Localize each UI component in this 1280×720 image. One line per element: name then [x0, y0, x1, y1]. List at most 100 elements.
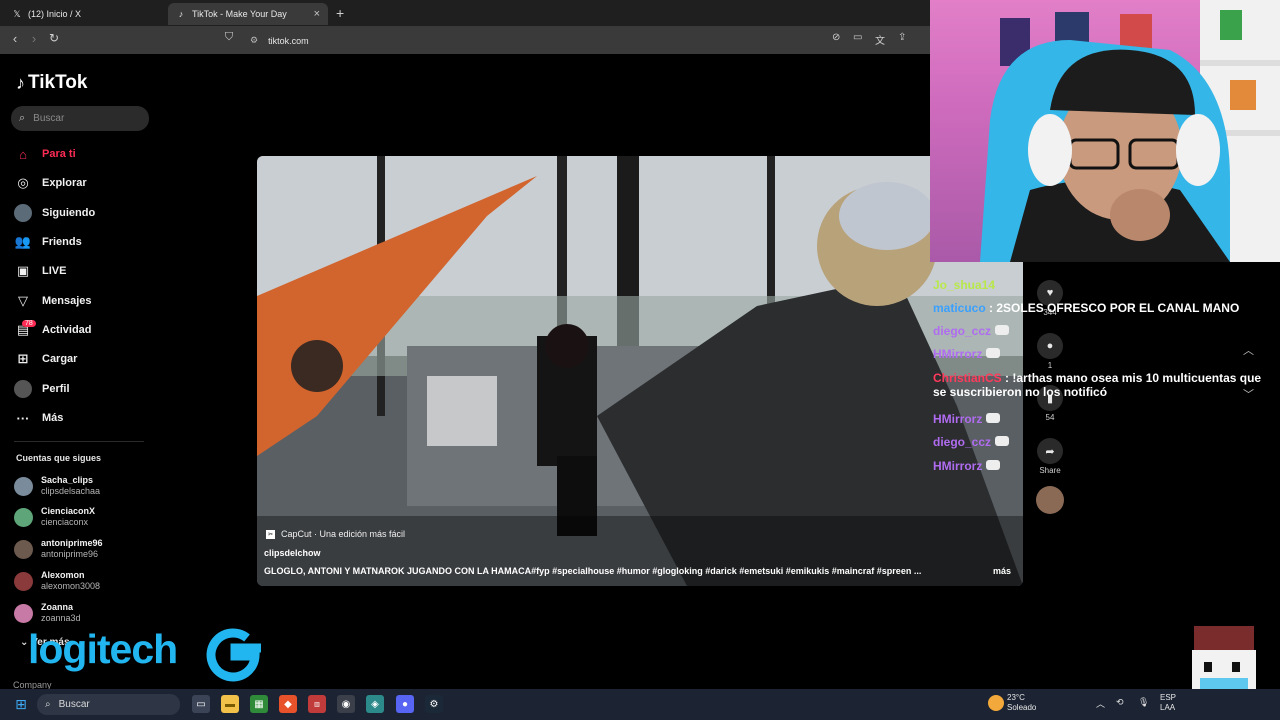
compass-icon: ◎	[17, 175, 29, 190]
save-count: 54	[1045, 413, 1055, 422]
video-author[interactable]: clipsdelchow	[264, 548, 321, 558]
capcut-tag[interactable]: ✂ CapCut · Una edición más fácil	[266, 529, 405, 539]
chat-user: HMirrorz	[933, 412, 983, 426]
more-button[interactable]: más	[993, 566, 1011, 576]
chat-line: HMirrorz	[933, 412, 1001, 426]
video-frame	[257, 156, 1023, 586]
search-input[interactable]: ⌕ Buscar	[11, 106, 149, 131]
discord-icon[interactable]: ●	[396, 695, 414, 713]
site-info-icon[interactable]: ⚙	[250, 35, 258, 46]
comment-button[interactable]: ● 1	[1036, 333, 1064, 370]
following-item[interactable]: Alexomon alexomon3008	[14, 567, 154, 595]
following-handle: cienciaconx	[41, 517, 89, 527]
nav-explorar[interactable]: ◎ Explorar	[14, 172, 154, 194]
task-view-icon[interactable]: ▭	[192, 695, 210, 713]
url-field[interactable]: ⚙ tiktok.com	[244, 32, 930, 49]
chat-line: diego_ccz	[933, 324, 1010, 338]
capcut-icon: ✂	[266, 529, 275, 539]
tab-label: TikTok - Make Your Day	[192, 9, 287, 19]
emote-icon	[995, 325, 1010, 335]
close-tab-icon[interactable]: ×	[314, 8, 320, 20]
home-icon: ⌂	[19, 146, 27, 162]
friends-icon: 👥	[14, 234, 32, 249]
nav-para-ti[interactable]: ⌂ Para ti	[14, 143, 154, 165]
cast-icon[interactable]: ▭	[853, 32, 862, 43]
file-explorer-icon[interactable]: ▬	[221, 695, 239, 713]
avatar	[14, 507, 33, 527]
chat-line: ChristianCS : !arthas mano osea mis 10 m…	[933, 371, 1262, 399]
nav-label: Para ti	[42, 148, 76, 160]
forward-icon[interactable]: ›	[25, 31, 43, 46]
logo-text: TikTok	[28, 72, 88, 93]
steam-icon[interactable]: ⚙	[425, 695, 443, 713]
comment-count: 1	[1047, 361, 1053, 370]
reload-icon[interactable]: ↻	[45, 31, 63, 45]
tiktok-icon: ♪	[178, 9, 184, 19]
nav-siguiendo[interactable]: Siguiendo	[14, 202, 154, 224]
language-indicator[interactable]: ESP LAA	[1160, 693, 1176, 713]
divider	[14, 441, 144, 442]
nav-perfil[interactable]: Perfil	[14, 378, 154, 400]
tab-tiktok[interactable]: ♪ TikTok - Make Your Day ×	[168, 3, 328, 25]
activity-badge: 78	[22, 320, 36, 327]
chat-line: maticuco : 2SOLES OFRESCO POR EL CANAL M…	[933, 301, 1240, 315]
obs-icon[interactable]: ◉	[337, 695, 355, 713]
following-handle: clipsdelsachaa	[41, 486, 101, 496]
share-button[interactable]: ➦ Share	[1036, 438, 1064, 475]
capcut-label: CapCut · Una edición más fácil	[281, 529, 406, 539]
author-avatar[interactable]	[1036, 486, 1064, 514]
tab-x[interactable]: 𝕏 (12) Inicio / X	[4, 3, 164, 25]
chat-line: Jo_shua14	[933, 278, 995, 292]
new-tab-button[interactable]: +	[336, 5, 344, 21]
logitech-logo-text: logitech	[28, 626, 178, 672]
following-name: Zoanna	[41, 602, 74, 612]
chat-user: diego_ccz	[933, 324, 992, 338]
nav-live[interactable]: ▣ LIVE	[14, 260, 154, 282]
mic-icon[interactable]: 🎙	[1138, 697, 1149, 708]
lang-code: ESP	[1160, 693, 1177, 702]
taskbar-search[interactable]: ⌕ Buscar	[37, 694, 180, 715]
url-text: tiktok.com	[268, 35, 309, 46]
chat-user: diego_ccz	[933, 435, 992, 449]
avatar	[14, 539, 33, 559]
bookmark-icon[interactable]: ⛉	[220, 31, 238, 44]
share-page-icon[interactable]: ⇪	[898, 32, 906, 43]
nav-label: Siguiendo	[42, 207, 96, 219]
nav-cargar[interactable]: ⊞ Cargar	[14, 348, 154, 370]
following-handle: antoniprime96	[41, 549, 99, 559]
weather-desc: Soleado	[1007, 703, 1037, 712]
chat-user: Jo_shua14	[933, 278, 996, 292]
app-icon[interactable]: ◈	[366, 695, 384, 713]
following-item[interactable]: Zoanna zoanna3d	[14, 599, 154, 627]
back-icon[interactable]: ‹	[6, 31, 24, 46]
store-icon[interactable]: ▦	[250, 695, 268, 713]
windows-start-icon[interactable]: ⊞	[12, 695, 30, 713]
nav-label: Perfil	[42, 383, 70, 395]
no-tracking-icon[interactable]: ⊘	[832, 32, 840, 43]
tiktok-logo[interactable]: ♪ TikTok	[16, 72, 87, 94]
weather-widget[interactable]: 23°C Soleado	[1007, 693, 1036, 713]
taskbar-search-label: Buscar	[58, 699, 90, 710]
lang-layout: LAA	[1160, 703, 1176, 712]
nav-mas[interactable]: ··· Más	[14, 407, 154, 429]
tray-chevron-icon[interactable]: ︿	[1096, 697, 1105, 710]
emote-icon	[986, 348, 1001, 358]
following-name: Alexomon	[41, 570, 85, 580]
nav-friends[interactable]: 👥 Friends	[14, 231, 154, 253]
following-item[interactable]: antoniprime96 antoniprime96	[14, 535, 154, 563]
following-handle: alexomon3008	[41, 581, 101, 591]
network-icon[interactable]: ⟲	[1116, 697, 1124, 708]
brave-browser-icon[interactable]: ◆	[279, 695, 297, 713]
search-icon: ⌕	[19, 112, 26, 124]
following-item[interactable]: CienciaconX cienciaconx	[14, 503, 154, 531]
emote-icon	[986, 460, 1001, 470]
following-item[interactable]: Sacha_clips clipsdelsachaa	[14, 472, 154, 500]
translate-icon[interactable]: 文	[875, 32, 885, 47]
chevron-up-icon[interactable]: ︿	[1243, 342, 1254, 358]
chat-line: HMirrorz	[933, 347, 1001, 361]
app-icon[interactable]: ▥	[308, 695, 326, 713]
video-player[interactable]	[257, 156, 1023, 586]
profile-icon	[14, 380, 32, 398]
weather-temp: 23°C	[1007, 693, 1025, 702]
nav-mensajes[interactable]: ▽ Mensajes	[14, 290, 154, 312]
